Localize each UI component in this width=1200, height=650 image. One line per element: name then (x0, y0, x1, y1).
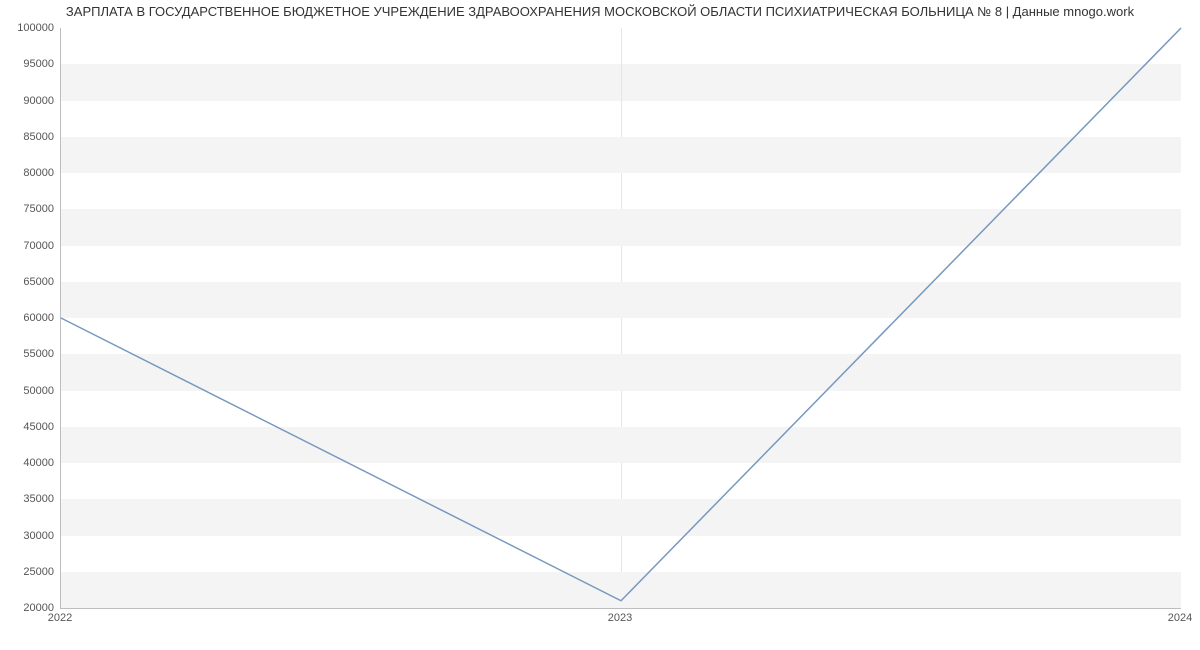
y-tick-label: 70000 (4, 240, 54, 252)
y-tick-label: 45000 (4, 421, 54, 433)
y-tick-label: 30000 (4, 530, 54, 542)
y-tick-label: 90000 (4, 95, 54, 107)
x-tick-label: 2024 (1168, 612, 1192, 624)
y-tick-label: 50000 (4, 385, 54, 397)
x-tick-label: 2022 (48, 612, 72, 624)
y-tick-label: 60000 (4, 312, 54, 324)
line-series (61, 28, 1181, 608)
y-tick-label: 20000 (4, 602, 54, 614)
y-tick-label: 75000 (4, 203, 54, 215)
y-tick-label: 100000 (4, 22, 54, 34)
y-tick-label: 55000 (4, 348, 54, 360)
x-tick-label: 2023 (608, 612, 632, 624)
series-line (61, 28, 1181, 601)
y-tick-label: 85000 (4, 131, 54, 143)
y-tick-label: 65000 (4, 276, 54, 288)
y-tick-label: 80000 (4, 167, 54, 179)
chart-container: ЗАРПЛАТА В ГОСУДАРСТВЕННОЕ БЮДЖЕТНОЕ УЧР… (0, 0, 1200, 650)
y-tick-label: 40000 (4, 457, 54, 469)
y-tick-label: 35000 (4, 493, 54, 505)
y-tick-label: 25000 (4, 566, 54, 578)
y-tick-label: 95000 (4, 58, 54, 70)
plot-area (60, 28, 1181, 609)
chart-title: ЗАРПЛАТА В ГОСУДАРСТВЕННОЕ БЮДЖЕТНОЕ УЧР… (0, 4, 1200, 19)
